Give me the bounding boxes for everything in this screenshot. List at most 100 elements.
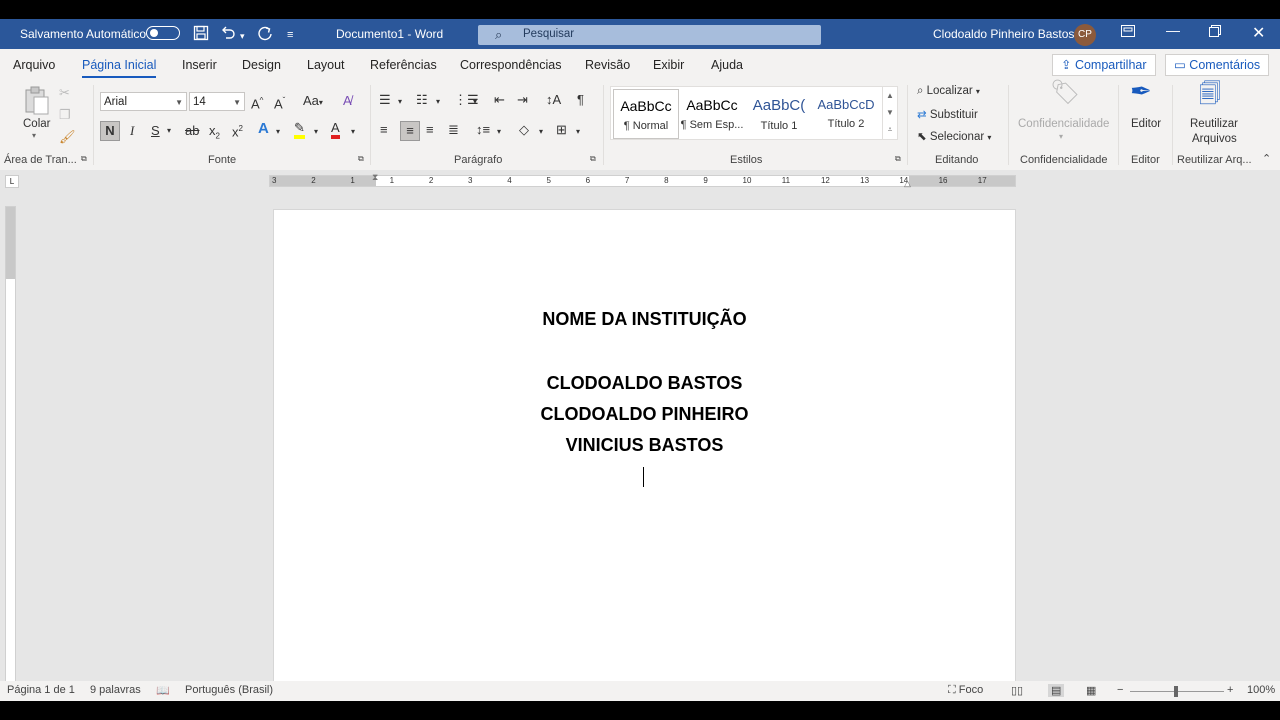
font-launcher-icon[interactable]: ⧉: [358, 154, 364, 164]
italic-button[interactable]: I: [130, 123, 134, 139]
font-color-icon[interactable]: A: [331, 121, 340, 139]
bullets-dropdown-icon[interactable]: ▾: [398, 94, 402, 110]
comments-button[interactable]: ▭ Comentários: [1165, 54, 1270, 76]
tab-correspondencias[interactable]: Correspondências: [460, 58, 561, 72]
clear-formatting-icon[interactable]: A̸: [343, 93, 352, 109]
doc-line-author-2[interactable]: CLODOALDO PINHEIRO: [274, 404, 1015, 425]
tab-ajuda[interactable]: Ajuda: [711, 58, 743, 72]
minimize-icon[interactable]: —: [1166, 22, 1180, 38]
reuse-files-icon[interactable]: 🗐: [1199, 83, 1221, 105]
style-no-spacing[interactable]: AaBbCc ¶ Sem Esp...: [680, 89, 744, 137]
line-spacing-dropdown-icon[interactable]: ▾: [497, 124, 501, 140]
highlight-icon[interactable]: ✎: [294, 121, 305, 139]
focus-button[interactable]: ⛶ Foco: [948, 684, 983, 697]
word-count[interactable]: 9 palavras: [90, 684, 141, 696]
paste-button[interactable]: [22, 86, 52, 120]
tab-arquivo[interactable]: Arquivo: [13, 58, 55, 72]
page-count[interactable]: Página 1 de 1: [7, 684, 75, 696]
decrease-indent-icon[interactable]: ⇤: [494, 92, 505, 108]
font-color-dropdown-icon[interactable]: ▾: [351, 124, 355, 140]
borders-icon[interactable]: ⊞: [556, 122, 567, 138]
doc-line-institution[interactable]: NOME DA INSTITUIÇÃO: [274, 309, 1015, 330]
avatar[interactable]: CP: [1074, 24, 1096, 46]
tab-revisao[interactable]: Revisão: [585, 58, 630, 72]
underline-button[interactable]: S: [151, 123, 160, 139]
reuse-files-label-2[interactable]: Arquivos: [1192, 133, 1237, 145]
numbering-dropdown-icon[interactable]: ▾: [436, 94, 440, 110]
print-layout-icon[interactable]: ▤: [1048, 684, 1065, 697]
align-center-icon[interactable]: ≡: [400, 121, 420, 141]
tab-selector-icon[interactable]: L: [5, 175, 19, 188]
shading-dropdown-icon[interactable]: ▾: [539, 124, 543, 140]
style-heading-1[interactable]: AaBbC( Título 1: [747, 89, 811, 137]
indent-marker-icon[interactable]: ⧗: [372, 172, 378, 183]
align-right-icon[interactable]: ≡: [426, 122, 434, 138]
find-button[interactable]: ⌕ Localizar ▾: [917, 85, 980, 98]
sort-icon[interactable]: ↕A: [546, 92, 561, 108]
show-marks-icon[interactable]: ¶: [577, 92, 584, 108]
multilevel-dropdown-icon[interactable]: ▾: [473, 94, 477, 110]
user-name[interactable]: Clodoaldo Pinheiro Bastos: [933, 27, 1074, 41]
ribbon-display-icon[interactable]: [1121, 24, 1135, 40]
read-mode-icon[interactable]: ▯▯: [1011, 684, 1023, 697]
zoom-level[interactable]: 100%: [1247, 684, 1275, 696]
save-icon[interactable]: [193, 25, 209, 45]
tab-exibir[interactable]: Exibir: [653, 58, 684, 72]
shrink-font-icon[interactable]: Aˇ: [274, 93, 285, 112]
numbering-icon[interactable]: ☷: [416, 92, 428, 108]
tab-referencias[interactable]: Referências: [370, 58, 437, 72]
autosave-toggle[interactable]: [146, 26, 180, 40]
styles-scroll[interactable]: ▲ ▼ ⩡: [882, 87, 897, 139]
tab-layout[interactable]: Layout: [307, 58, 345, 72]
tab-pagina-inicial[interactable]: Página Inicial: [82, 58, 157, 78]
right-indent-marker-icon[interactable]: △: [904, 178, 911, 189]
underline-dropdown-icon[interactable]: ▾: [167, 123, 171, 139]
close-icon[interactable]: ✕: [1252, 23, 1265, 43]
proofing-icon[interactable]: 📖: [156, 684, 170, 697]
editor-icon[interactable]: ✒: [1130, 78, 1152, 104]
align-left-icon[interactable]: ≡: [380, 122, 388, 138]
share-button[interactable]: ⇪ Compartilhar: [1052, 54, 1156, 76]
document-page[interactable]: NOME DA INSTITUIÇÃO CLODOALDO BASTOS CLO…: [273, 209, 1016, 691]
copy-icon[interactable]: ❐: [59, 107, 71, 123]
strikethrough-icon[interactable]: ab: [185, 123, 199, 139]
clipboard-launcher-icon[interactable]: ⧉: [81, 154, 87, 164]
increase-indent-icon[interactable]: ⇥: [517, 92, 528, 108]
zoom-slider-thumb[interactable]: [1174, 686, 1178, 697]
doc-line-author-3[interactable]: VINICIUS BASTOS: [274, 435, 1015, 456]
paragraph-launcher-icon[interactable]: ⧉: [590, 154, 596, 164]
search-box[interactable]: ⌕ Pesquisar: [478, 25, 821, 45]
style-heading-2[interactable]: AaBbCcD Título 2: [814, 89, 878, 137]
redo-icon[interactable]: [256, 25, 274, 47]
customize-qat-icon[interactable]: ≡: [287, 27, 293, 43]
doc-line-author-1[interactable]: CLODOALDO BASTOS: [274, 373, 1015, 394]
paste-dropdown-icon[interactable]: ▾: [32, 131, 36, 140]
tab-design[interactable]: Design: [242, 58, 281, 72]
undo-dropdown-icon[interactable]: ▾: [240, 28, 245, 44]
change-case-icon[interactable]: Aa▾: [303, 93, 323, 111]
grow-font-icon[interactable]: A^: [251, 93, 263, 112]
cut-icon[interactable]: ✂: [59, 85, 70, 101]
styles-launcher-icon[interactable]: ⧉: [895, 154, 901, 164]
format-painter-icon[interactable]: 🖌: [59, 129, 76, 145]
line-spacing-icon[interactable]: ↕≡: [476, 122, 490, 138]
font-name-dropdown[interactable]: Arial ▼: [100, 92, 187, 111]
paste-label[interactable]: Colar: [23, 118, 50, 130]
bold-button[interactable]: N: [100, 121, 120, 141]
text-effects-dropdown-icon[interactable]: ▾: [276, 124, 280, 140]
language[interactable]: Português (Brasil): [185, 684, 273, 696]
restore-icon[interactable]: [1209, 24, 1221, 40]
superscript-icon[interactable]: x2: [232, 121, 243, 140]
highlight-dropdown-icon[interactable]: ▾: [314, 124, 318, 140]
justify-icon[interactable]: ≣: [448, 122, 459, 138]
style-normal[interactable]: AaBbCc ¶ Normal: [613, 89, 679, 139]
text-effects-icon[interactable]: A: [258, 121, 269, 137]
collapse-ribbon-icon[interactable]: ⌃: [1262, 152, 1271, 165]
vertical-ruler[interactable]: [5, 206, 16, 683]
select-button[interactable]: ⬉ Selecionar ▾: [917, 129, 991, 143]
zoom-out-icon[interactable]: −: [1117, 684, 1123, 696]
subscript-icon[interactable]: x2: [209, 123, 220, 145]
undo-icon[interactable]: [220, 25, 236, 45]
replace-button[interactable]: ⇄ Substituir: [917, 107, 978, 121]
editor-button[interactable]: Editor: [1131, 118, 1161, 130]
